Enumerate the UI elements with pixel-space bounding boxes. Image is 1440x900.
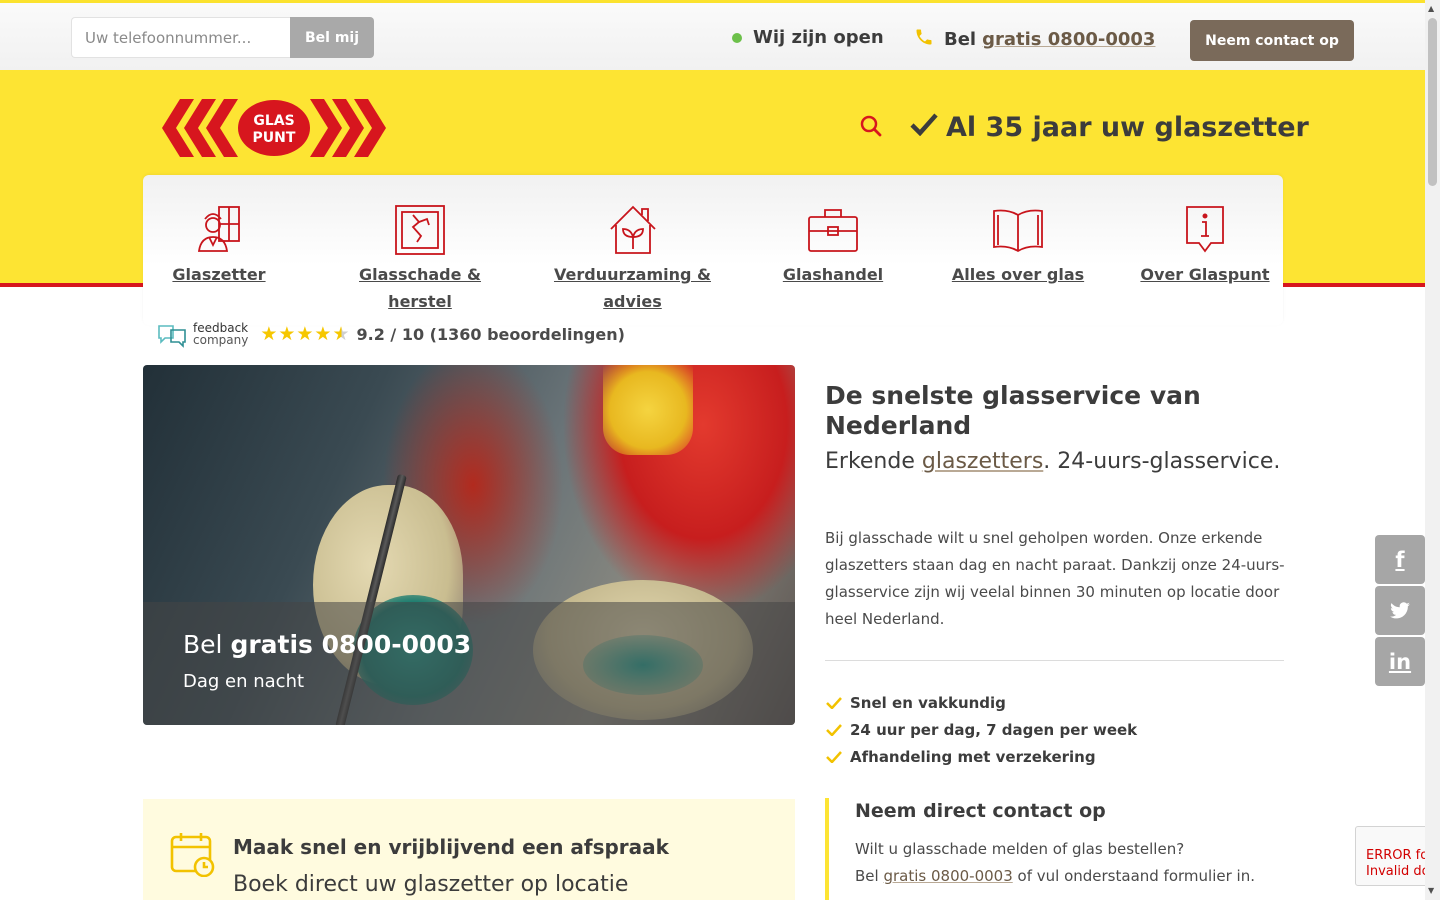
hero-call-prefix: Bel — [183, 630, 223, 659]
nav-label: Glashandel — [782, 265, 884, 284]
nav-label: Over Glaspunt — [1140, 265, 1270, 284]
usp-text: 24 uur per dag, 7 dagen per week — [850, 720, 1138, 739]
nav-label: Alles over glas — [951, 265, 1085, 284]
contact-box-line2: Bel gratis 0800-0003 of vul onderstaand … — [855, 863, 1285, 890]
call-me-button[interactable]: Bel mij — [290, 17, 374, 58]
twitter-icon — [1390, 601, 1410, 618]
checkmark-icon — [910, 112, 938, 143]
nav-item-verduurzaming[interactable]: Verduurzaming & advies — [551, 205, 714, 315]
check-icon — [826, 723, 842, 736]
contact-line2-prefix: Bel — [855, 867, 879, 885]
list-item: Afhandeling met verzekering — [825, 743, 1137, 770]
call-number-link[interactable]: gratis 0800-0003 — [982, 29, 1155, 50]
nav-label: Glaszetter — [172, 265, 266, 284]
logo-text-2: PUNT — [253, 130, 296, 146]
hero-subline: Dag en nacht — [183, 671, 305, 692]
broken-glass-icon — [328, 205, 512, 255]
hero-caption: Bel gratis 0800-0003 Dag en nacht — [143, 602, 795, 725]
nav-label: Glasschade & herstel — [359, 265, 481, 311]
phone-icon — [914, 27, 934, 52]
intro-sub-prefix: Erkende — [825, 449, 915, 474]
contact-call-link[interactable]: gratis 0800-0003 — [883, 867, 1012, 885]
linkedin-icon: in — [1388, 649, 1412, 674]
scroll-down-icon[interactable]: ▼ — [1428, 886, 1434, 895]
hero-shirt-patch — [603, 365, 693, 455]
linkedin-button[interactable]: in — [1375, 637, 1425, 686]
rating-bar[interactable]: feedback company ★★★★★ 9.2 / 10 (1360 be… — [157, 320, 625, 348]
top-bar: Bel mij Wij zijn open Bel gratis 0800-00… — [0, 0, 1425, 70]
briefcase-icon — [765, 205, 901, 255]
calendar-icon — [170, 831, 216, 881]
recaptcha-error-line1: ERROR fo — [1366, 848, 1429, 863]
usp-text: Afhandeling met verzekering — [850, 747, 1096, 766]
book-icon — [948, 205, 1088, 255]
status-dot-icon — [732, 32, 742, 43]
contact-box-title: Neem direct contact op — [855, 800, 1106, 822]
nav-item-alles-over-glas[interactable]: Alles over glas — [948, 205, 1088, 288]
hero-call-number: gratis 0800-0003 — [230, 630, 472, 659]
nav-item-glaszetter[interactable]: Glaszetter — [169, 205, 269, 288]
nav-item-over-glaspunt[interactable]: Over Glaspunt — [1135, 205, 1275, 288]
open-status-label: Wij zijn open — [753, 27, 884, 48]
tagline: Al 35 jaar uw glaszetter — [910, 112, 1309, 143]
intro-body: Bij glasschade wilt u snel geholpen word… — [825, 529, 1285, 628]
tagline-text: Al 35 jaar uw glaszetter — [946, 112, 1309, 143]
rating-stars: ★★★★★ — [260, 323, 351, 345]
nav-item-glasschade[interactable]: Glasschade & herstel — [328, 205, 512, 315]
contact-button[interactable]: Neem contact op — [1190, 20, 1354, 61]
rating-score: 9.2 / 10 (1360 beoordelingen) — [356, 324, 625, 344]
scroll-thumb[interactable] — [1428, 18, 1437, 186]
glaspunt-logo[interactable]: GLAS PUNT — [158, 99, 390, 161]
recaptcha-error-line2: Invalid do — [1366, 864, 1430, 879]
usp-text: Snel en vakkundig — [850, 693, 1006, 712]
green-house-icon — [551, 205, 714, 255]
info-icon — [1135, 205, 1275, 255]
page-scrollbar[interactable]: ▲ ▼ — [1425, 0, 1440, 900]
call-prefix: Bel — [944, 29, 977, 50]
list-item: Snel en vakkundig — [825, 689, 1137, 716]
intro-sub-suffix: . 24-uurs-glasservice. — [1043, 449, 1281, 474]
usp-list: Snel en vakkundig 24 uur per dag, 7 dage… — [825, 689, 1137, 770]
recaptcha-badge[interactable]: ERROR fo Invalid do — [1355, 826, 1430, 886]
logo-text-1: GLAS — [253, 113, 294, 129]
main-navigation: Glaszetter Glasschade & herstel Verduurz… — [143, 175, 1283, 325]
search-icon[interactable] — [859, 114, 883, 142]
contact-box: Neem direct contact op Wilt u glasschade… — [825, 798, 1285, 900]
open-status: Wij zijn open — [732, 27, 884, 48]
nav-item-glashandel[interactable]: Glashandel — [765, 205, 901, 288]
list-item: 24 uur per dag, 7 dagen per week — [825, 716, 1137, 743]
check-icon — [826, 696, 842, 709]
contact-box-line1: Wilt u glasschade melden of glas bestell… — [855, 840, 1185, 858]
appointment-subtitle: Boek direct uw glaszetter op locatie — [233, 872, 629, 897]
facebook-icon: f — [1395, 547, 1405, 572]
feedback-company-logo: feedback company — [157, 320, 248, 348]
hero-call-line[interactable]: Bel gratis 0800-0003 — [183, 630, 755, 659]
hero-image: Bel gratis 0800-0003 Dag en nacht — [143, 365, 795, 725]
scroll-up-icon[interactable]: ▲ — [1428, 4, 1434, 13]
glaszetters-link[interactable]: glaszetters — [922, 449, 1043, 474]
appointment-box[interactable]: Maak snel en vrijblijvend een afspraak B… — [143, 799, 795, 900]
appointment-title: Maak snel en vrijblijvend een afspraak — [233, 835, 669, 859]
check-icon — [826, 750, 842, 763]
top-call-info: Bel gratis 0800-0003 — [914, 27, 1155, 52]
page-title: De snelste glasservice van Nederland — [825, 381, 1201, 440]
contact-line2-suffix: of vul onderstaand formulier in. — [1017, 867, 1255, 885]
intro-subtitle: Erkende glaszetters. 24-uurs-glasservice… — [825, 445, 1285, 479]
phone-number-input[interactable] — [71, 17, 291, 58]
nav-label: Verduurzaming & advies — [553, 265, 711, 311]
glazier-icon — [169, 205, 269, 255]
divider — [825, 660, 1284, 661]
feedback-brand-line2: company — [193, 333, 249, 347]
facebook-button[interactable]: f — [1375, 535, 1425, 584]
twitter-button[interactable] — [1375, 586, 1425, 635]
